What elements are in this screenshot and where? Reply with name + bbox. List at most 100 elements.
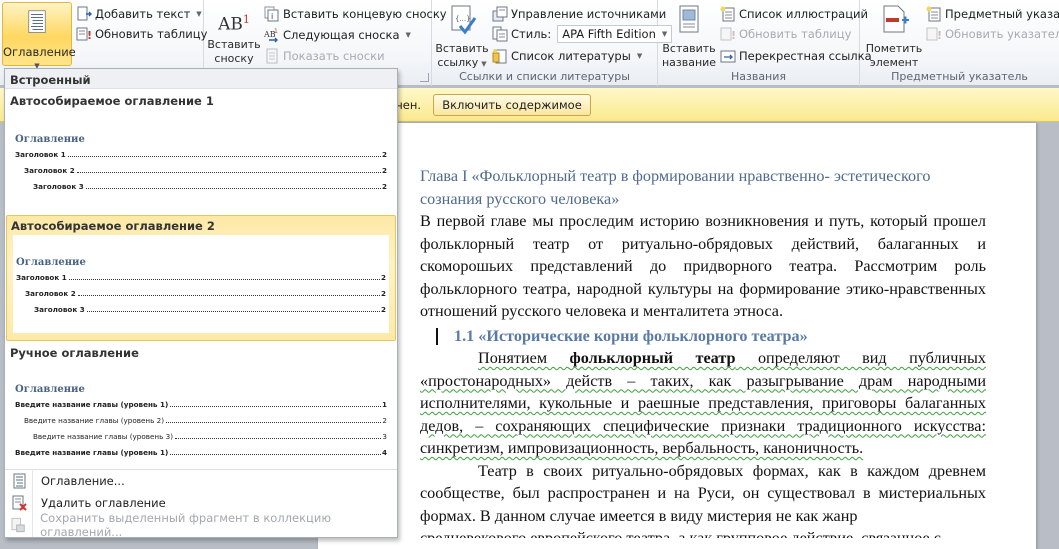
footnotes-dialog-launcher[interactable] [420,73,429,82]
enable-content-button[interactable]: Включить содержимое [433,94,591,116]
svg-text:i: i [271,12,273,21]
intro-paragraph: В первой главе мы проследим историю возн… [420,212,986,320]
group-citations: {...} Вставить ссылку ▼ Управление источн… [432,0,673,86]
toc-preview-line: Заголовок 32 [33,182,387,191]
svg-text:!: ! [87,29,92,42]
paragraph-ritual-theatre: Театр в своих ритуально-обрядовых формах… [420,461,986,525]
gallery-header-builtin: Встроенный [5,69,397,89]
insert-index-button[interactable]: Предметный указатель [926,4,1059,24]
style-label: Стиль: [511,27,552,41]
toc-preview-line: Заголовок 22 [24,166,387,175]
bibliography-icon [492,49,507,64]
document-page[interactable]: Глава I «Фольклорный театр в формировани… [318,123,1036,549]
table-of-contents-button[interactable]: Оглавление ▼ [2,2,76,70]
mark-entry-label-1: Пометить [865,42,923,55]
toc-preview: Оглавление Заголовок 12 Заголовок 22 Заг… [6,108,396,208]
insert-caption-label-2: название [661,56,717,69]
section-heading: 1.1 «Исторические корни фольклорного теа… [420,325,986,348]
gallery-item-manual-toc[interactable]: Ручное оглавление Оглавление Введите наз… [6,342,396,467]
insert-citation-button[interactable]: {...} Вставить ссылку ▼ [434,2,490,71]
insert-citation-label-2: ссылку ▼ [437,56,487,69]
toc-preview-line: Введите название главы (уровень 1) 4 [15,448,387,457]
manage-sources-button[interactable]: Управление источниками [492,4,666,24]
gallery-item-title: Ручное оглавление [10,346,139,360]
chevron-down-icon: ▼ [405,31,411,39]
group-index: Пометить элемент Предметный указатель ! … [860,0,1059,86]
chevron-down-icon: ▼ [481,60,487,68]
manage-sources-label: Управление источниками [511,7,667,21]
update-figures-table-label: Обновить таблицу [739,27,852,41]
toc-preview: Оглавление Введите название главы (урове… [6,360,396,465]
gallery-item-auto-toc-1[interactable]: Автособираемое оглавление 1 Оглавление З… [6,90,396,214]
update-table-button[interactable]: ! Обновить таблицу [76,24,207,44]
insert-index-icon [926,6,941,22]
insert-endnote-label: Вставить концевую сноску [283,7,447,21]
toc-preview-title: Оглавление [15,384,85,395]
next-footnote-icon: AB1 [264,28,278,43]
insert-footnote-label-2: сноску [214,52,254,65]
menu-item-toc-dialog[interactable]: Оглавление... [5,470,397,492]
remove-toc-icon [12,495,27,511]
save-selection-icon [11,517,25,533]
table-of-contents-gallery: Встроенный Автособираемое оглавление 1 О… [4,68,398,539]
menu-item-save-to-gallery[interactable]: Сохранить выделенный фрагмент в коллекци… [5,511,397,539]
toc-preview-title: Оглавление [15,134,85,145]
table-of-figures-icon [720,6,735,22]
bibliography-button[interactable]: Список литературы ▼ [492,46,642,66]
menu-item-label: Удалить оглавление [41,496,166,510]
chevron-down-icon: ▼ [196,10,202,18]
toc-preview: Оглавление Заголовок 12 Заголовок 22 Заг… [13,235,389,333]
table-of-figures-button[interactable]: Список иллюстраций [720,4,868,24]
table-of-contents-dialog-icon [13,473,26,489]
document-body[interactable]: Глава I «Фольклорный театр в формировани… [420,165,986,538]
svg-text:{...}: {...} [455,15,471,23]
mark-entry-button[interactable]: Пометить элемент [864,2,924,70]
message-bar-text: чен. [396,98,422,112]
chevron-down-icon: ▼ [636,52,643,60]
insert-index-label: Предметный указатель [945,7,1059,21]
next-footnote-button[interactable]: AB 1 Следующая сноска ▼ [264,25,411,45]
toc-preview-line: Заголовок 22 [25,289,386,298]
insert-caption-label-1: Вставить [662,42,716,55]
menu-item-label: Оглавление... [41,474,125,488]
manage-sources-icon [492,6,508,22]
insert-caption-button[interactable]: Вставить название [660,2,718,70]
gallery-item-auto-toc-2[interactable]: Автособираемое оглавление 2 Оглавление З… [6,215,396,341]
cross-reference-button[interactable]: Перекрестная ссылка [720,46,872,66]
insert-endnote-icon: i [264,6,279,22]
svg-text:!: ! [937,29,942,42]
toc-preview-line: Введите название главы (уровень 2) 2 [24,416,387,425]
show-notes-button[interactable]: Показать сноски [264,46,385,66]
text-cursor [436,327,438,345]
paragraph-cut-line: средневекового европейского театра, а ка… [420,529,941,538]
toc-preview-title: Оглавление [16,257,86,268]
insert-citation-icon: {...} [451,5,477,35]
update-index-label: Обновить указатель [945,27,1059,41]
table-of-figures-label: Список иллюстраций [739,7,868,21]
group-label-citations: Ссылки и списки литературы [459,70,630,83]
style-icon [492,26,508,42]
update-index-icon: ! [926,27,942,42]
svg-text:1: 1 [274,28,278,35]
insert-citation-label-1: Вставить [435,42,489,55]
insert-footnote-button[interactable]: AB1 Вставить сноску [206,2,262,66]
mark-entry-label-2: элемент [869,56,919,69]
show-notes-icon [266,48,278,64]
bibliography-label: Список литературы [511,49,631,63]
add-text-label: Добавить текст [95,7,191,21]
svg-text:!: ! [731,29,736,42]
update-index-button[interactable]: ! Обновить указатель [926,24,1059,44]
cross-reference-icon [720,50,736,63]
menu-item-label: Сохранить выделенный фрагмент в коллекци… [40,511,332,539]
insert-footnote-icon: AB1 [218,13,250,35]
insert-caption-icon [679,5,699,33]
style-combobox[interactable]: APA Fifth Edition ▼ [557,25,673,43]
update-figures-table-button[interactable]: ! Обновить таблицу [720,24,851,44]
insert-endnote-button[interactable]: i Вставить концевую сноску [264,4,447,24]
add-text-icon [77,6,92,21]
table-of-contents-icon [28,10,46,33]
gallery-item-title: Автособираемое оглавление 2 [11,219,215,233]
add-text-button[interactable]: Добавить текст ▼ [76,4,202,24]
mark-entry-icon [883,5,909,33]
cross-reference-label: Перекрестная ссылка [739,49,872,63]
